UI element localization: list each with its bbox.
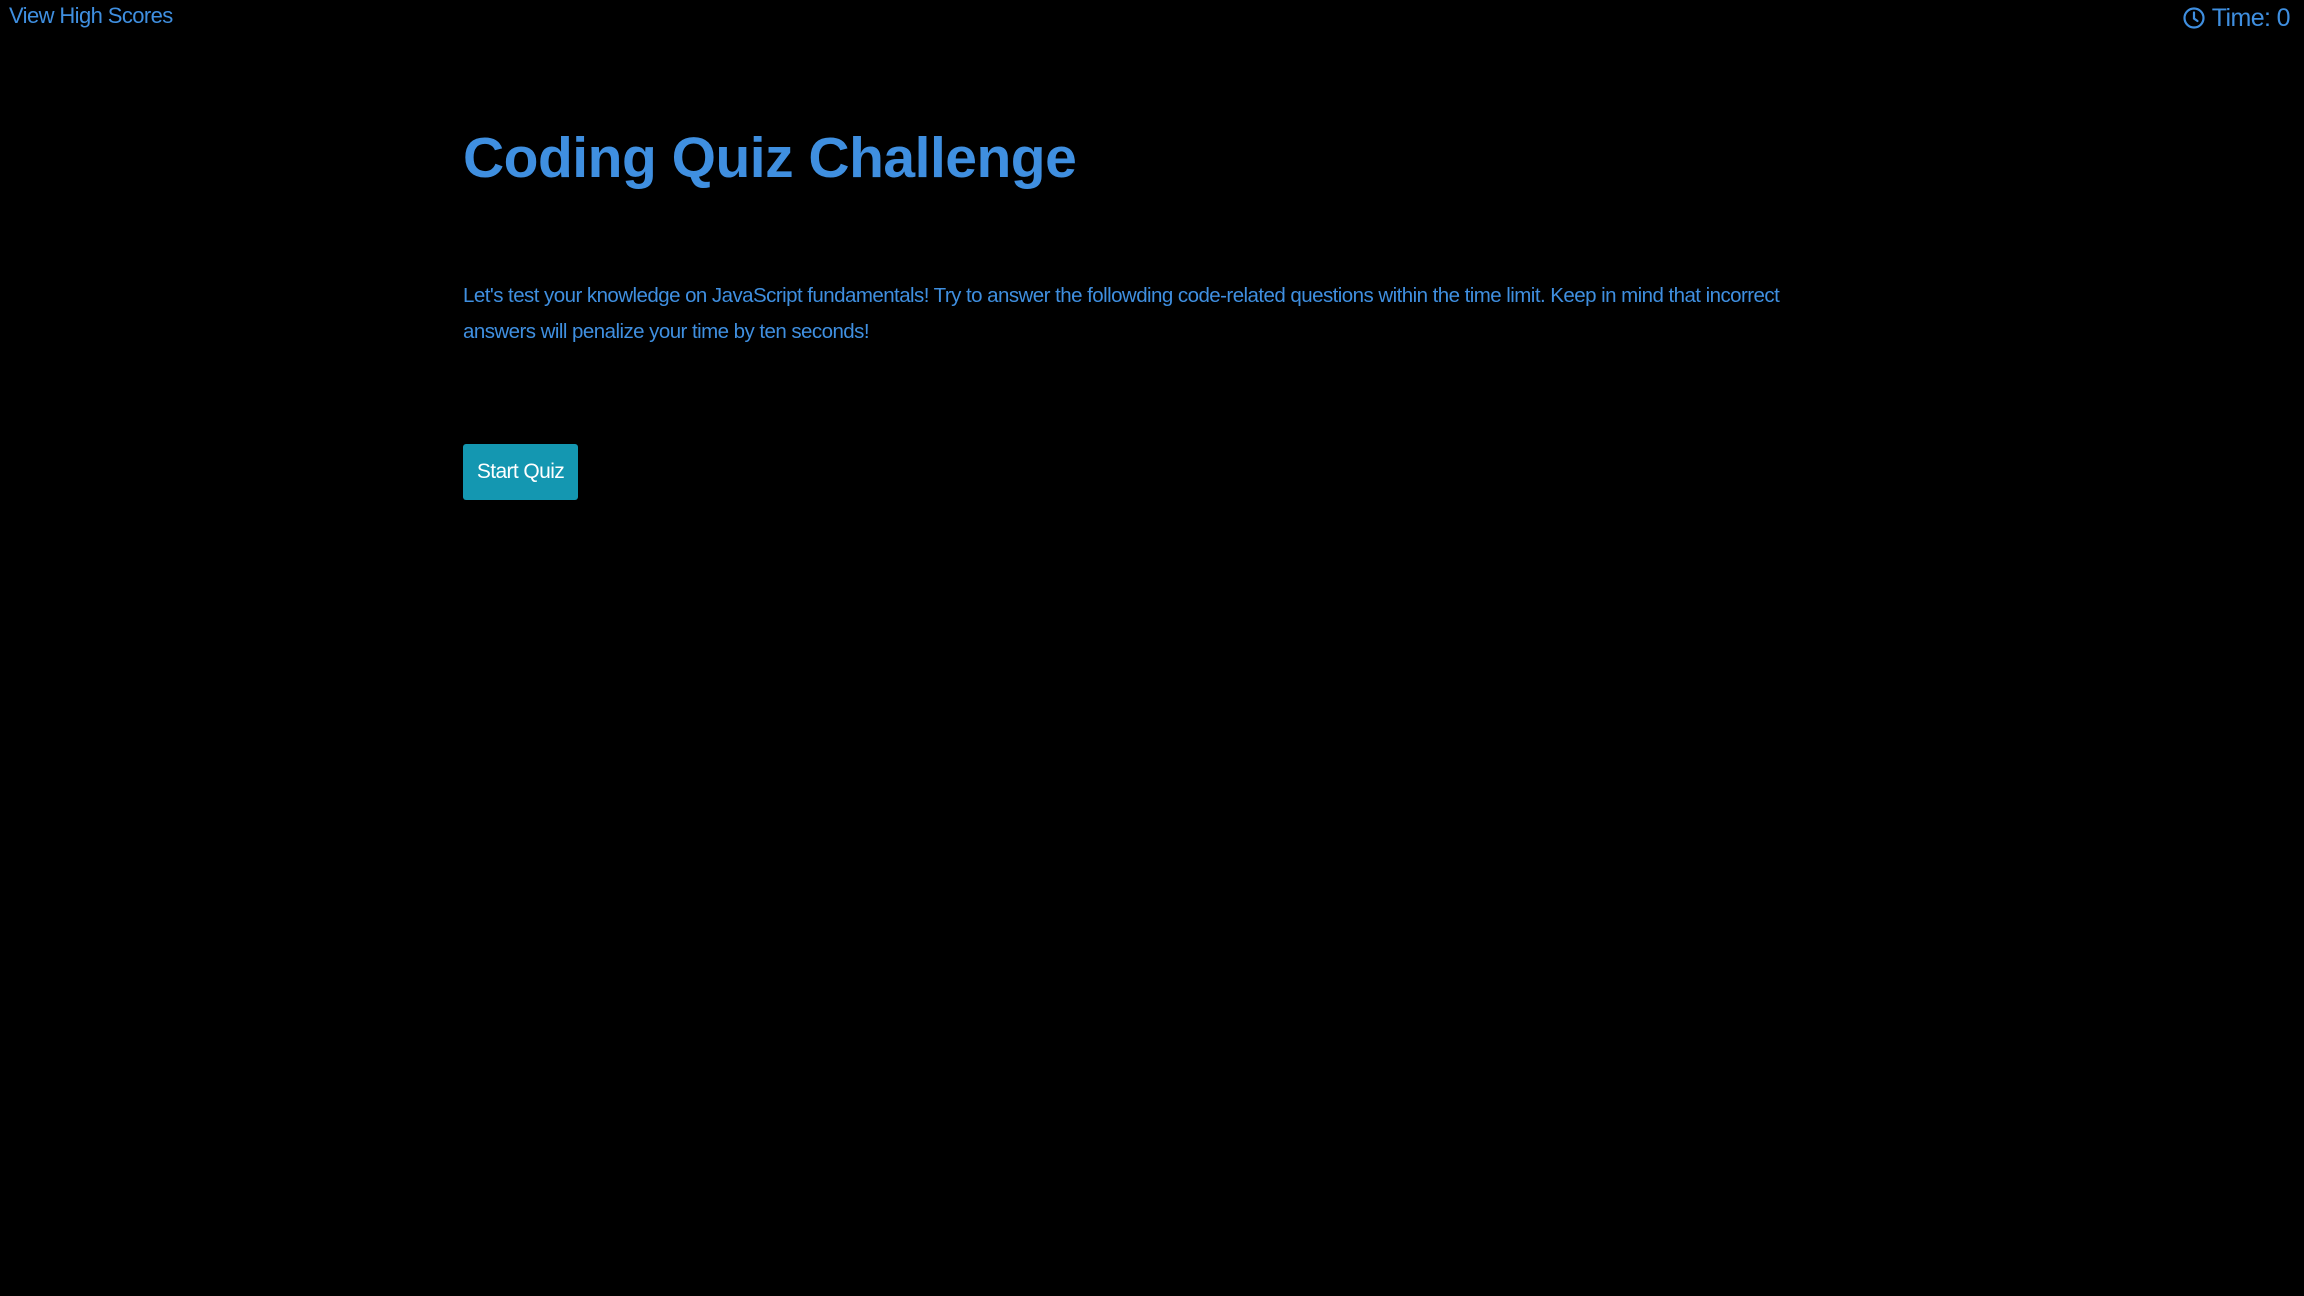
timer-label: Time: 0 bbox=[2211, 4, 2291, 32]
page-title: Coding Quiz Challenge bbox=[463, 126, 1077, 190]
intro-text: Let's test your knowledge on JavaScript … bbox=[463, 284, 1780, 343]
quiz-intro-panel: Coding Quiz Challenge Let's test your kn… bbox=[463, 118, 1803, 500]
clock-icon bbox=[2182, 6, 2206, 30]
view-high-scores-link[interactable]: View High Scores bbox=[9, 2, 173, 30]
timer: Time: 0 bbox=[2182, 3, 2291, 33]
start-quiz-button[interactable]: Start Quiz bbox=[463, 444, 578, 500]
